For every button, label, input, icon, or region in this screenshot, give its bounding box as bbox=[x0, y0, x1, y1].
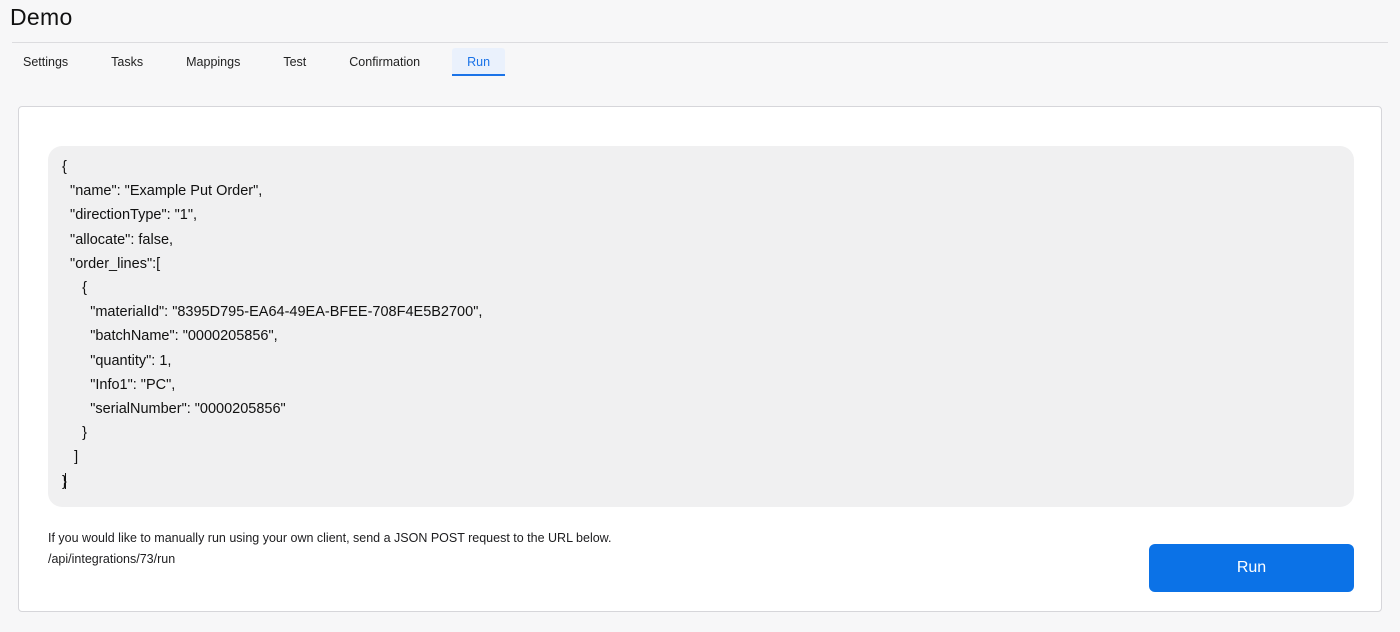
page-title: Demo bbox=[10, 4, 73, 30]
json-payload-content: { "name": "Example Put Order", "directio… bbox=[62, 159, 483, 490]
tab-settings[interactable]: Settings bbox=[12, 48, 79, 76]
endpoint-url: /api/integrations/73/run bbox=[48, 552, 176, 566]
json-payload-editor[interactable]: { "name": "Example Put Order", "directio… bbox=[48, 146, 1354, 507]
tab-tasks[interactable]: Tasks bbox=[100, 48, 154, 76]
instructions-text: If you would like to manually run using … bbox=[48, 531, 612, 545]
run-instructions: If you would like to manually run using … bbox=[48, 528, 611, 570]
run-panel: { "name": "Example Put Order", "directio… bbox=[18, 106, 1382, 612]
tab-test[interactable]: Test bbox=[272, 48, 317, 76]
text-caret bbox=[64, 472, 66, 489]
json-payload-text[interactable]: { "name": "Example Put Order", "directio… bbox=[62, 155, 1340, 494]
tab-confirmation[interactable]: Confirmation bbox=[338, 48, 431, 76]
run-button[interactable]: Run bbox=[1149, 544, 1354, 592]
tab-run[interactable]: Run bbox=[452, 48, 506, 76]
tab-bar: Settings Tasks Mappings Test Confirmatio… bbox=[12, 48, 506, 76]
tab-mappings[interactable]: Mappings bbox=[175, 48, 251, 76]
title-divider bbox=[12, 42, 1388, 43]
